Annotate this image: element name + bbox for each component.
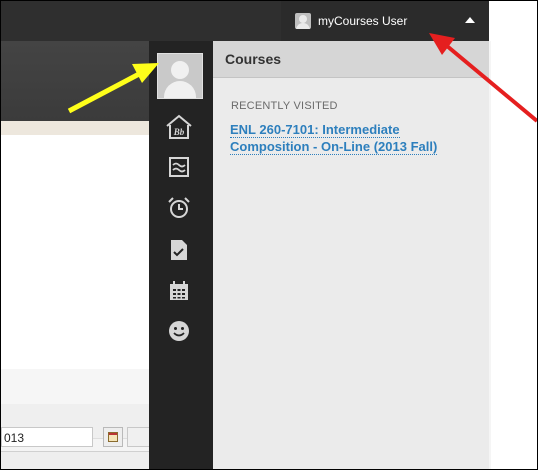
user-menu-toggle[interactable]: myCourses User — [281, 1, 489, 41]
course-link-line2[interactable]: Composition - On-Line (2013 Fall) — [230, 139, 438, 155]
stream-waves-icon[interactable] — [165, 153, 193, 181]
page-tab-strip — [1, 121, 149, 136]
date-input[interactable]: 013 — [1, 427, 93, 447]
screenshot-frame: 013 myCourses User Bb Courses RECENTLY V… — [0, 0, 538, 470]
time-picker-button[interactable] — [127, 427, 149, 447]
panel-shadow — [489, 41, 491, 469]
page-row — [1, 369, 149, 405]
course-link[interactable]: ENL 260-7101: Intermediate Composition -… — [230, 121, 485, 155]
recently-visited-label: RECENTLY VISITED — [231, 100, 338, 112]
courses-panel-title: Courses — [225, 51, 282, 67]
page-bottom-strip — [1, 451, 149, 469]
courses-panel-header: Courses — [213, 41, 489, 78]
page-row — [1, 135, 149, 154]
page-row — [1, 153, 149, 220]
caret-up-icon — [465, 17, 475, 23]
smiley-icon[interactable] — [165, 317, 193, 345]
user-avatar-icon — [295, 13, 311, 29]
user-menu-label: myCourses User — [318, 14, 408, 28]
page-row — [1, 219, 149, 370]
calendar-grid-icon[interactable] — [165, 277, 193, 305]
course-link-line1[interactable]: ENL 260-7101: Intermediate — [230, 122, 400, 138]
global-nav-icon-bar: Bb — [149, 41, 213, 469]
date-picker-button[interactable] — [103, 427, 123, 447]
document-check-icon[interactable] — [165, 236, 193, 264]
calendar-icon — [108, 432, 118, 442]
course-page-background — [1, 121, 149, 469]
courses-list: RECENTLY VISITED ENL 260-7101: Intermedi… — [213, 78, 489, 469]
courses-panel: Courses RECENTLY VISITED ENL 260-7101: I… — [213, 41, 489, 469]
page-right-margin — [489, 1, 537, 469]
svg-text:Bb: Bb — [173, 127, 185, 137]
home-bb-icon[interactable]: Bb — [165, 113, 193, 141]
alarm-clock-icon[interactable] — [165, 194, 193, 222]
user-avatar-icon[interactable] — [157, 53, 203, 99]
